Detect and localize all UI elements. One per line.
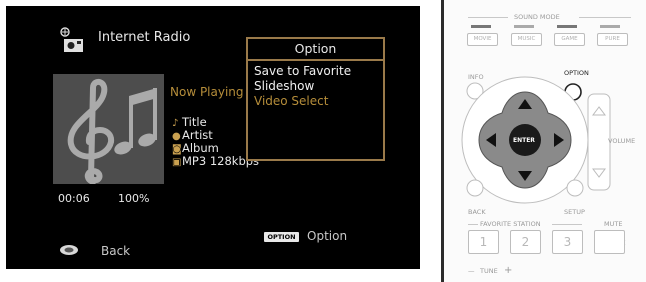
- tune-minus-icon[interactable]: —: [468, 267, 475, 275]
- back-button-icon: [60, 245, 78, 255]
- elapsed-time: 00:06: [58, 192, 90, 205]
- favorite-2-button[interactable]: 2: [510, 230, 541, 254]
- tune-label: TUNE: [480, 267, 498, 275]
- mute-label: MUTE: [604, 220, 623, 228]
- menu-item-save-to-favorite[interactable]: Save to Favorite: [248, 64, 383, 79]
- back-hint-label: Back: [101, 244, 131, 258]
- menu-item-slideshow[interactable]: Slideshow: [248, 79, 383, 94]
- app-title: Internet Radio: [98, 30, 191, 45]
- remote-control: SOUND MODE MOVIE MUSIC GAME PURE INFO OP…: [441, 0, 646, 282]
- track-title: ♪ Title: [172, 115, 207, 129]
- music-note-icon: [67, 78, 157, 185]
- setup-label: SETUP: [564, 208, 585, 216]
- tune-plus-icon[interactable]: +: [504, 265, 512, 276]
- volume-label: VOLUME: [608, 137, 636, 145]
- option-key-badge: OPTION: [264, 232, 299, 242]
- favorite-3-button[interactable]: 3: [552, 230, 583, 254]
- radio-icon: [60, 27, 83, 52]
- menu-item-video-select[interactable]: Video Select: [248, 94, 383, 109]
- buffer-percent: 100%: [118, 192, 150, 205]
- track-album: ◙Album: [172, 141, 219, 155]
- option-menu-header: Option: [248, 39, 383, 61]
- album-art: [53, 74, 164, 185]
- volume-rocker[interactable]: [587, 93, 611, 191]
- enter-label: ENTER: [513, 137, 535, 144]
- option-menu: Option Save to Favorite Slideshow Video …: [246, 37, 385, 161]
- setup-button[interactable]: [566, 179, 584, 197]
- track-artist: ●Artist: [172, 128, 213, 142]
- favorite-1-button[interactable]: 1: [468, 230, 499, 254]
- option-hint-label: Option: [307, 229, 348, 243]
- file-format-icon: ▣: [172, 157, 182, 168]
- tv-screen: Internet Radio Now Playing ♪ Title ●Artis…: [6, 6, 420, 269]
- mute-button[interactable]: [594, 230, 625, 254]
- back-label: BACK: [468, 208, 486, 216]
- back-button[interactable]: [466, 179, 484, 197]
- now-playing-label: Now Playing: [170, 85, 244, 99]
- favorite-station-label: FAVORITE STATION: [480, 220, 541, 228]
